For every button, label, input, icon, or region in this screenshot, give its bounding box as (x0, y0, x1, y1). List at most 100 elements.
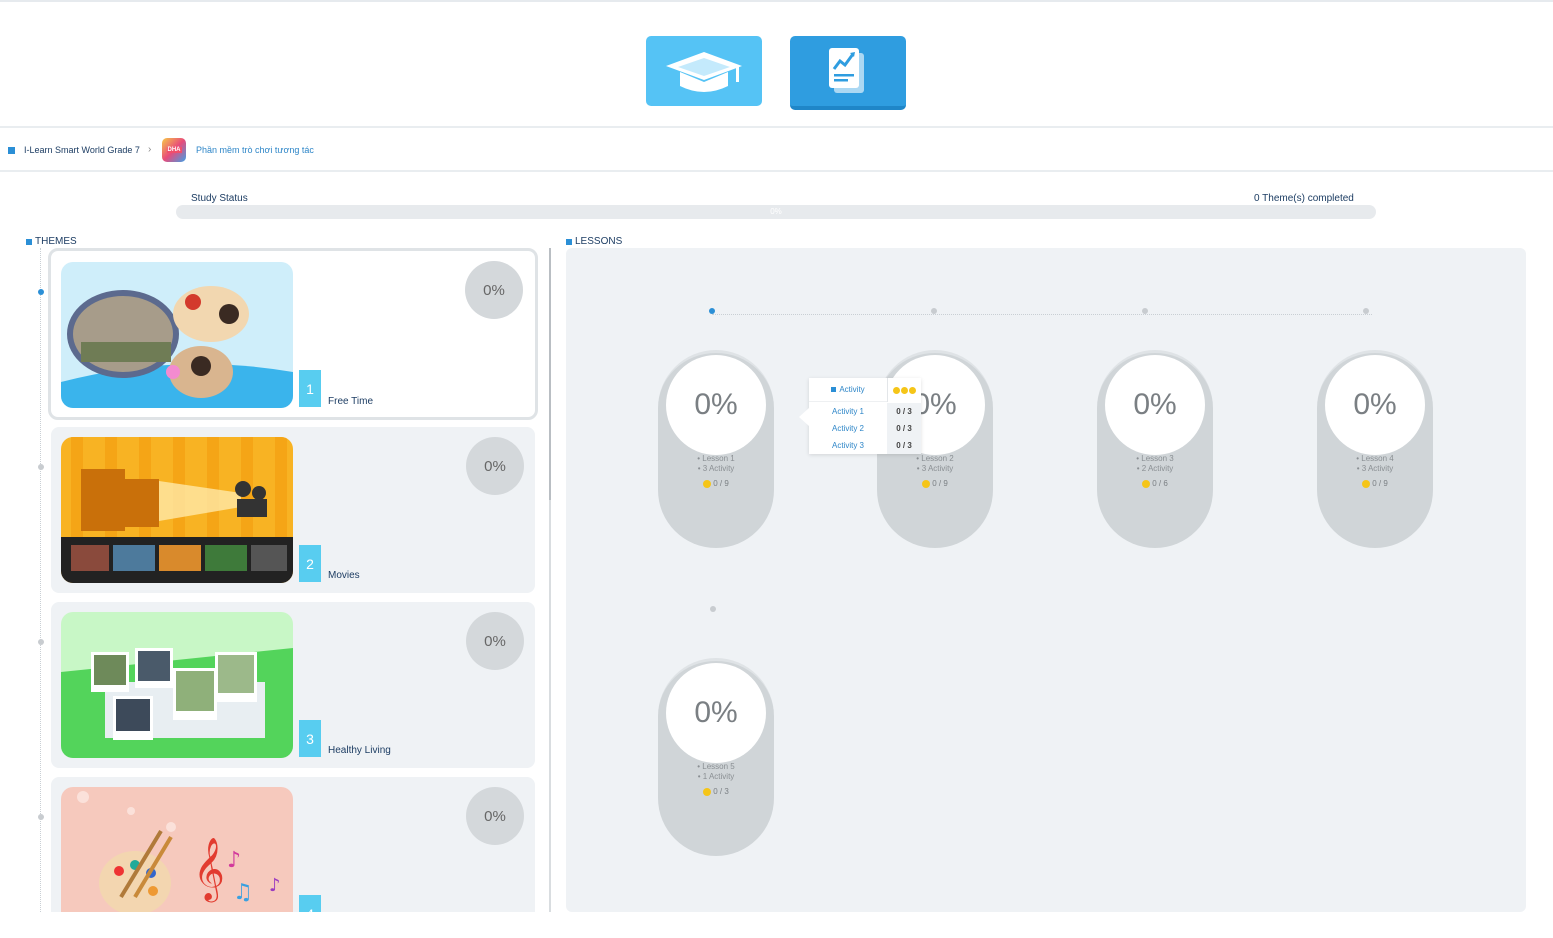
activity-popup: Activity Activity 1 0 / 3 Activity 2 0 /… (799, 378, 921, 454)
activity-score: 0 / 3 (887, 403, 921, 420)
lesson-meta: • Lesson 1 • 3 Activity (658, 454, 774, 474)
lesson-card-1[interactable]: 0% • Lesson 1 • 3 Activity 0 / 9 (658, 350, 774, 548)
lesson-meta: • Lesson 2 • 3 Activity (877, 454, 993, 474)
theme-progress: 0% (466, 612, 524, 670)
star-icon (922, 479, 931, 488)
lesson-progress: 0% (1325, 355, 1425, 455)
theme-thumbnail-movies (61, 437, 293, 583)
lesson-score: 0 / 9 (877, 479, 993, 488)
theme-progress: 0% (466, 437, 524, 495)
theme-name: Healthy Living (328, 745, 391, 756)
lesson-score-value: 0 / 9 (932, 479, 948, 488)
stars-icon (887, 378, 921, 402)
activity-row-1[interactable]: Activity 1 0 / 3 (809, 403, 921, 420)
lessons-heading: LESSONS (566, 236, 622, 247)
svg-text:♪: ♪ (269, 875, 281, 896)
study-progress-text: 0% (770, 207, 782, 216)
theme-name: Movies (328, 570, 360, 581)
lesson-progress: 0% (666, 663, 766, 763)
themes-marker (26, 238, 32, 245)
activity-row-3[interactable]: Activity 3 0 / 3 (809, 437, 921, 454)
lesson-card-5[interactable]: 0% • Lesson 5 • 1 Activity 0 / 3 (658, 658, 774, 856)
themes-list[interactable]: 1 Free Time 0% 2 Movies 0% 3 Healthy Liv… (26, 248, 546, 912)
lesson-name: • Lesson 5 (697, 762, 735, 771)
svg-text:♫: ♫ (233, 880, 253, 905)
breadcrumb-marker (8, 147, 15, 154)
themes-scrollbar[interactable] (549, 248, 551, 912)
theme-dot-4 (38, 814, 44, 820)
lesson-name: • Lesson 4 (1356, 454, 1394, 463)
app-logo: DHA (162, 138, 186, 162)
lesson-progress: 0% (1105, 355, 1205, 455)
theme-card-2[interactable]: 2 Movies 0% (51, 427, 535, 593)
lessons-timeline (712, 314, 1372, 315)
lesson-score-value: 0 / 6 (1152, 479, 1168, 488)
graduation-cap-icon (666, 52, 742, 92)
lesson-score: 0 / 3 (658, 787, 774, 796)
lesson-meta: • Lesson 3 • 2 Activity (1097, 454, 1213, 474)
lesson-card-4[interactable]: 0% • Lesson 4 • 3 Activity 0 / 9 (1317, 350, 1433, 548)
activity-link[interactable]: Activity 1 (809, 407, 887, 416)
activity-row-2[interactable]: Activity 2 0 / 3 (809, 420, 921, 437)
lesson-meta: • Lesson 4 • 3 Activity (1317, 454, 1433, 474)
lesson-activity-count: • 2 Activity (1136, 464, 1174, 473)
lesson-dot-1 (709, 308, 715, 314)
study-progress-bar: 0% (176, 205, 1376, 219)
activity-score: 0 / 3 (887, 437, 921, 454)
study-status-label: Study Status (191, 193, 248, 204)
svg-text:𝄞: 𝄞 (193, 837, 225, 903)
theme-progress: 0% (465, 261, 523, 319)
activity-link[interactable]: Activity 3 (809, 441, 887, 450)
theme-number-badge: 3 (299, 720, 321, 757)
lessons-title: LESSONS (575, 236, 623, 247)
theme-thumbnail-healthy-living (61, 612, 293, 758)
star-icon (703, 479, 712, 488)
theme-dot-2 (38, 464, 44, 470)
lesson-activity-count: • 1 Activity (697, 772, 735, 781)
popup-title: Activity (839, 385, 865, 394)
breadcrumb: I-Learn Smart World Grade 7 › DHA Phần m… (0, 129, 1553, 172)
lesson-dot-3 (1142, 308, 1148, 314)
lessons-marker (566, 238, 572, 245)
lesson-dot-4 (1363, 308, 1369, 314)
theme-number-badge: 2 (299, 545, 321, 582)
lesson-score: 0 / 9 (658, 479, 774, 488)
theme-number-badge: 1 (299, 370, 321, 407)
theme-thumbnail-free-time (61, 262, 293, 408)
svg-text:♪: ♪ (227, 848, 241, 873)
stats-mode-button[interactable] (790, 36, 906, 110)
themes-title: THEMES (35, 236, 77, 247)
theme-number-badge: 4 (299, 895, 321, 912)
lesson-name: • Lesson 2 (916, 454, 954, 463)
chevron-right-icon: › (148, 144, 152, 155)
breadcrumb-course[interactable]: I-Learn Smart World Grade 7 (24, 145, 140, 155)
lesson-name: • Lesson 1 (697, 454, 735, 463)
lesson-score-value: 0 / 3 (713, 787, 729, 796)
theme-card-3[interactable]: 3 Healthy Living 0% (51, 602, 535, 768)
lesson-activity-count: • 3 Activity (916, 464, 954, 473)
theme-card-1[interactable]: 1 Free Time 0% (48, 248, 538, 420)
top-bar (0, 0, 1553, 128)
theme-dot-1 (38, 289, 44, 295)
star-icon (1362, 479, 1371, 488)
lesson-score-value: 0 / 9 (713, 479, 729, 488)
app-logo-text: DHA (166, 147, 182, 153)
lesson-score-value: 0 / 9 (1372, 479, 1388, 488)
star-icon (703, 787, 712, 796)
activity-score: 0 / 3 (887, 420, 921, 437)
star-icon (1142, 479, 1151, 488)
breadcrumb-app[interactable]: Phần mềm trò chơi tương tác (196, 145, 314, 155)
lesson-progress: 0% (666, 355, 766, 455)
theme-card-4[interactable]: 𝄞 ♪ ♫ ♪ 4 0% (51, 777, 535, 912)
learn-mode-button[interactable] (646, 36, 762, 106)
theme-progress: 0% (466, 787, 524, 845)
lesson-name: • Lesson 3 (1136, 454, 1174, 463)
theme-thumbnail-arts: 𝄞 ♪ ♫ ♪ (61, 787, 293, 912)
theme-name: Free Time (328, 396, 374, 407)
lesson-card-3[interactable]: 0% • Lesson 3 • 2 Activity 0 / 6 (1097, 350, 1213, 548)
themes-completed-count: 0 Theme(s) completed (1254, 193, 1354, 204)
popup-header: Activity (809, 378, 887, 402)
lesson-activity-count: • 3 Activity (697, 464, 735, 473)
themes-heading: THEMES (26, 236, 77, 247)
activity-link[interactable]: Activity 2 (809, 424, 887, 433)
